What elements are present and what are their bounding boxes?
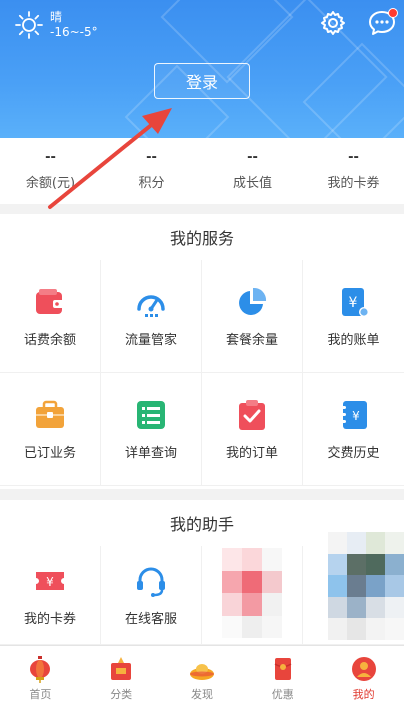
tab-home[interactable]: 首页 xyxy=(0,646,81,710)
service-my-bill[interactable]: ¥ 我的账单 xyxy=(303,260,404,373)
headset-icon xyxy=(137,567,165,597)
weather-temperature: -16~-5° xyxy=(50,25,98,39)
assistant-coupons[interactable]: ¥ 我的卡券 xyxy=(0,546,101,645)
service-label: 我的订单 xyxy=(225,445,278,461)
stat-coupons[interactable]: -- 我的卡券 xyxy=(303,138,404,204)
notebook-icon: ¥ xyxy=(339,400,367,429)
category-icon xyxy=(111,656,132,680)
wallet-icon xyxy=(36,288,64,314)
svg-text:¥: ¥ xyxy=(46,575,54,589)
message-button[interactable] xyxy=(368,8,398,38)
tab-label: 分类 xyxy=(110,687,133,701)
tab-mine[interactable]: 我的 xyxy=(323,646,404,710)
stat-value: -- xyxy=(45,150,56,165)
ingot-icon xyxy=(189,663,214,680)
stat-value: -- xyxy=(146,150,157,165)
account-stats: -- 余额(元) -- 积分 -- 成长值 -- 我的卡券 xyxy=(0,138,404,204)
service-my-orders[interactable]: 我的订单 xyxy=(202,373,303,486)
tab-label: 首页 xyxy=(29,687,52,701)
weather-condition: 晴 xyxy=(50,10,63,24)
tab-category[interactable]: 分类 xyxy=(81,646,162,710)
services-section: 我的服务 话费余额 流量管家 套餐余量 ¥ 我的账单 已订业务 详单查询 我的订… xyxy=(0,214,404,489)
stat-label: 成长值 xyxy=(232,176,272,191)
service-label: 套餐余量 xyxy=(225,332,278,348)
assistant-label: 我的卡券 xyxy=(23,611,76,627)
sun-icon xyxy=(15,11,43,39)
tab-label: 优惠 xyxy=(271,687,294,701)
ticket-icon: ¥ xyxy=(36,571,64,590)
weather-widget: 晴 -16~-5° xyxy=(14,10,98,40)
speedometer-icon xyxy=(137,294,165,317)
service-data-manager[interactable]: 流量管家 xyxy=(101,260,202,373)
tab-offers[interactable]: 优惠 xyxy=(242,646,323,710)
stat-value: -- xyxy=(348,150,359,165)
pie-chart-icon xyxy=(239,287,267,315)
clipboard-check-icon xyxy=(239,399,265,430)
login-button[interactable]: 登录 xyxy=(154,63,250,99)
svg-text:¥: ¥ xyxy=(348,295,357,311)
bottom-tab-bar: 首页 分类 发现 优惠 我的 xyxy=(0,645,404,710)
briefcase-icon xyxy=(36,400,64,428)
service-label: 我的账单 xyxy=(327,332,380,348)
service-balance[interactable]: 话费余额 xyxy=(0,260,101,373)
unread-dot xyxy=(388,8,398,18)
pixelated-region xyxy=(328,532,404,640)
service-label: 流量管家 xyxy=(124,332,177,348)
stat-value: -- xyxy=(247,150,258,165)
bill-icon: ¥ xyxy=(341,287,369,317)
stat-points[interactable]: -- 积分 xyxy=(101,138,202,204)
service-detail-query[interactable]: 详单查询 xyxy=(101,373,202,486)
svg-text:¥: ¥ xyxy=(352,409,360,423)
profile-header: 晴 -16~-5° 登录 xyxy=(0,0,404,138)
tab-label: 发现 xyxy=(190,687,213,701)
red-envelope-icon xyxy=(274,657,292,680)
service-label: 交费历史 xyxy=(327,445,380,461)
gear-icon[interactable] xyxy=(320,10,346,36)
lantern-icon xyxy=(30,655,51,683)
stat-label: 我的卡券 xyxy=(327,176,380,191)
stat-label: 余额(元) xyxy=(25,176,76,191)
stat-label: 积分 xyxy=(138,176,165,191)
tab-discover[interactable]: 发现 xyxy=(162,646,243,710)
service-plan-remaining[interactable]: 套餐余量 xyxy=(202,260,303,373)
profile-icon xyxy=(351,656,376,681)
section-title: 我的服务 xyxy=(169,229,234,248)
stat-growth[interactable]: -- 成长值 xyxy=(202,138,303,204)
service-label: 详单查询 xyxy=(124,445,177,461)
service-label: 已订业务 xyxy=(23,445,76,461)
service-subscriptions[interactable]: 已订业务 xyxy=(0,373,101,486)
service-payment-history[interactable]: ¥ 交费历史 xyxy=(303,373,404,486)
service-label: 话费余额 xyxy=(23,332,76,348)
assistant-label: 在线客服 xyxy=(124,611,177,627)
list-icon xyxy=(137,400,165,429)
tab-label: 我的 xyxy=(352,687,375,701)
assistant-online-service[interactable]: 在线客服 xyxy=(101,546,202,645)
stat-balance[interactable]: -- 余额(元) xyxy=(0,138,101,204)
pixelated-region xyxy=(222,548,282,638)
